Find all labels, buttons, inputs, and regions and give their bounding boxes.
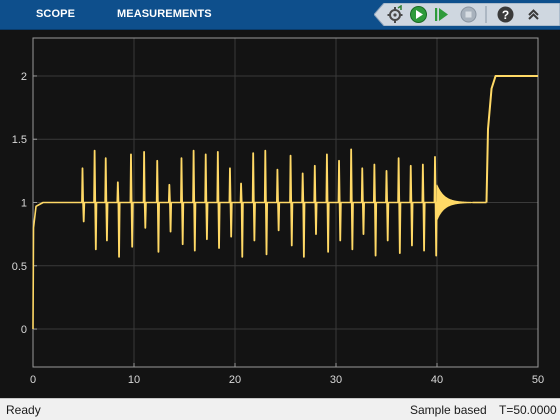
signal-spike xyxy=(155,159,160,253)
signal-spike xyxy=(204,153,209,241)
sampling-settings-icon[interactable] xyxy=(386,4,405,24)
signal-spike xyxy=(180,157,185,246)
signal-spike xyxy=(337,159,342,242)
signal-spike xyxy=(116,181,121,258)
signal-decay-oscillation xyxy=(436,184,473,221)
tab-measurements[interactable]: MEASUREMENTS xyxy=(117,0,212,29)
step-forward-icon[interactable] xyxy=(432,5,451,24)
scope-plot-area[interactable]: 0 10 20 30 40 50 0 0.5 1 1.5 2 xyxy=(0,30,560,398)
y-tick-label: 0.5 xyxy=(12,261,27,273)
signal-spike xyxy=(276,168,281,232)
x-tick-label: 20 xyxy=(229,374,241,386)
x-tick-label: 0 xyxy=(30,374,36,386)
signal-spike xyxy=(385,169,390,242)
run-icon[interactable] xyxy=(409,5,428,24)
signal-spike xyxy=(93,149,98,251)
signal-spike xyxy=(360,167,365,236)
signal-spike xyxy=(129,153,134,248)
signal-spike xyxy=(228,167,233,238)
quick-access-toolbar: ? xyxy=(374,3,560,26)
signal-spike xyxy=(433,156,438,257)
status-simulation-time: T=50.0000 xyxy=(499,403,557,417)
signal-spike xyxy=(397,157,402,255)
signal-spike xyxy=(289,154,294,247)
signal-spike xyxy=(325,153,330,253)
signal-spike xyxy=(263,149,269,256)
toolstrip: SCOPE MEASUREMENTS ? xyxy=(0,0,560,30)
help-icon[interactable]: ? xyxy=(496,5,515,24)
svg-text:?: ? xyxy=(502,8,509,22)
signal-spike xyxy=(349,148,354,251)
signal-spike xyxy=(81,167,86,223)
x-tick-label: 50 xyxy=(532,374,544,386)
status-sampling-mode: Sample based xyxy=(410,403,487,417)
signal-spike xyxy=(301,172,306,258)
expand-icon[interactable] xyxy=(524,5,543,24)
signal-spike xyxy=(216,150,221,249)
y-tick-label: 1 xyxy=(21,198,27,210)
stop-icon[interactable] xyxy=(459,5,478,24)
signal-spike xyxy=(104,157,109,242)
signal-spike xyxy=(251,152,256,242)
signal-spike xyxy=(142,150,147,229)
tab-scope[interactable]: SCOPE xyxy=(36,0,75,29)
x-tick-label: 40 xyxy=(431,374,443,386)
signal-spike xyxy=(409,164,414,247)
status-ready: Ready xyxy=(6,403,41,417)
signal-series xyxy=(32,74,538,330)
x-tick-label: 30 xyxy=(330,374,342,386)
scope-window: SCOPE MEASUREMENTS ? 0 10 20 30 40 50 0 … xyxy=(0,0,560,420)
signal-spike xyxy=(167,183,173,233)
scope-chart[interactable]: 0 10 20 30 40 50 0 0.5 1 1.5 2 xyxy=(0,30,560,398)
y-tick-label: 1.5 xyxy=(12,134,27,146)
signal-spike xyxy=(239,182,244,258)
status-bar: Ready Sample based T=50.0000 xyxy=(0,398,560,420)
signal-spike xyxy=(192,149,197,252)
x-tick-label: 10 xyxy=(128,374,140,386)
signal-spike xyxy=(372,163,378,257)
y-tick-label: 0 xyxy=(21,324,27,336)
y-tick-label: 2 xyxy=(21,71,27,83)
signal-spike xyxy=(421,163,426,252)
signal-spike xyxy=(313,164,318,236)
